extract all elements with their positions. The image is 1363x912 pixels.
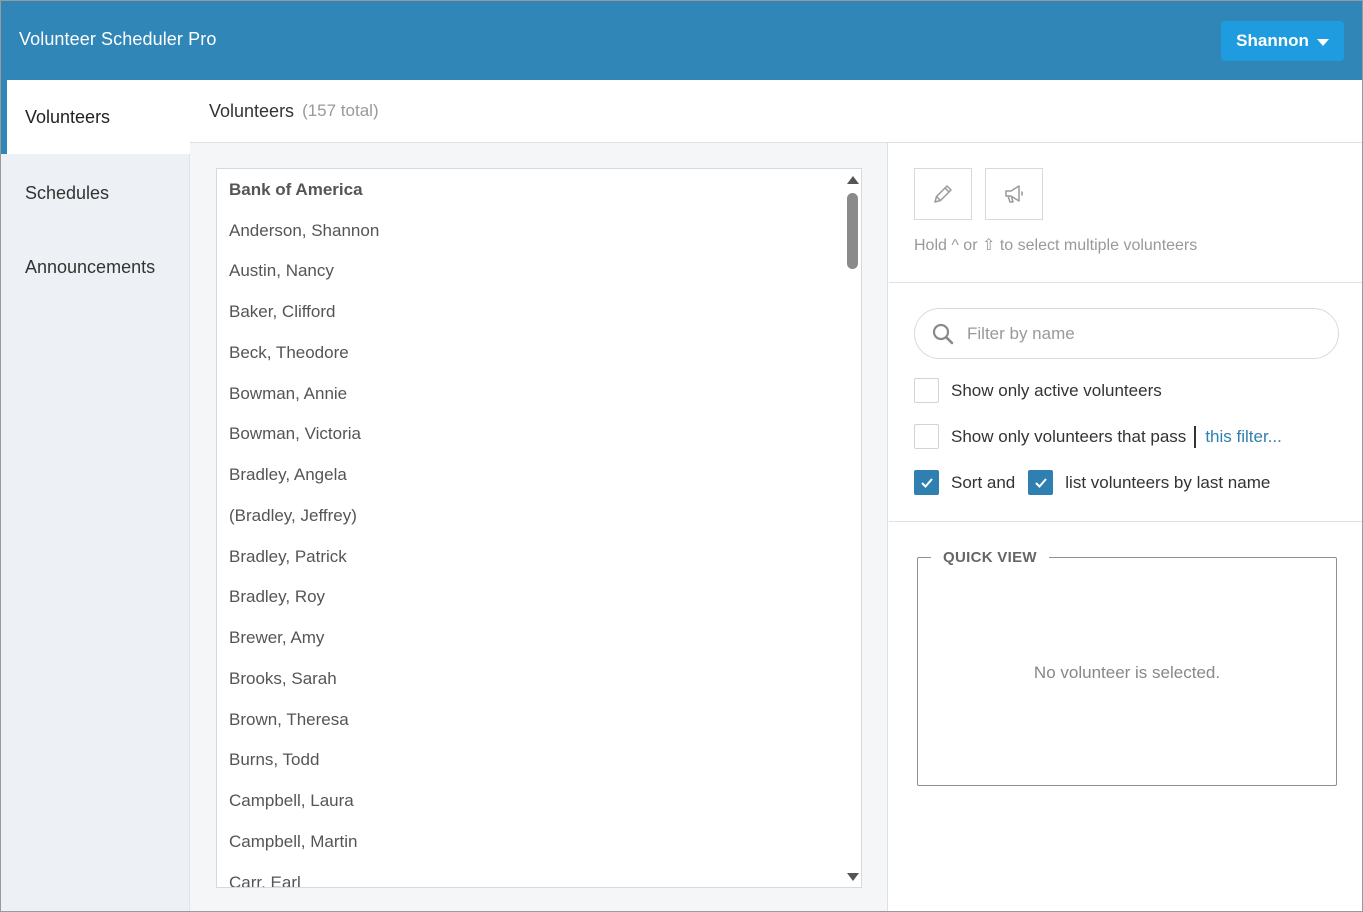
filter-by-name-input[interactable] <box>967 321 1327 347</box>
edit-button[interactable] <box>914 168 972 220</box>
sidebar-item-label: Announcements <box>25 256 156 277</box>
list-item[interactable]: Baker, Clifford <box>229 292 335 332</box>
caret-down-icon <box>1316 38 1329 46</box>
multi-select-hint: Hold ^ or ⇧ to select multiple volunteer… <box>914 237 1198 254</box>
list-group-header: Bank of America <box>229 180 363 199</box>
list-item[interactable]: Brown, Theresa <box>229 700 349 740</box>
search-box <box>914 308 1339 359</box>
page-header: Volunteers (157 total) <box>190 80 1362 143</box>
list-item[interactable]: Austin, Nancy <box>229 251 334 291</box>
list-item[interactable]: Bradley, Angela <box>229 455 347 495</box>
separator <box>1194 425 1197 448</box>
sidebar-item-label: Volunteers <box>25 106 111 127</box>
list-item[interactable]: (Bradley, Jeffrey) <box>229 496 357 536</box>
divider <box>889 282 1362 283</box>
checkmark-icon <box>920 477 933 488</box>
sidebar-item-announcements[interactable]: Announcements <box>1 230 190 304</box>
list-item[interactable]: Bowman, Victoria <box>229 414 361 454</box>
list-item[interactable]: Brewer, Amy <box>229 618 324 658</box>
volunteer-list-pane: Bank of America Anderson, Shannon Austin… <box>190 143 888 911</box>
list-item[interactable]: Anderson, Shannon <box>229 211 379 251</box>
active-only-checkbox[interactable] <box>914 378 939 403</box>
megaphone-icon <box>1005 185 1023 203</box>
list-item[interactable]: Bradley, Roy <box>229 577 325 617</box>
list-last-name-label: list volunteers by last name <box>1065 472 1271 492</box>
pass-filter-row: Show only volunteers that pass this filt… <box>914 424 1282 449</box>
this-filter-link[interactable]: this filter... <box>1205 427 1282 447</box>
list-item[interactable]: Bradley, Patrick <box>229 537 347 577</box>
checkmark-icon <box>1035 477 1047 488</box>
announce-button[interactable] <box>985 168 1043 220</box>
volunteer-list[interactable]: Bank of America Anderson, Shannon Austin… <box>216 168 862 888</box>
details-pane: Hold ^ or ⇧ to select multiple volunteer… <box>889 143 1362 911</box>
scrollbar-thumb[interactable] <box>847 193 858 269</box>
pass-filter-label: Show only volunteers that pass <box>951 426 1187 446</box>
list-item[interactable]: Carr, Earl <box>229 863 301 887</box>
list-item[interactable]: Campbell, Laura <box>229 781 354 821</box>
divider <box>889 521 1362 522</box>
volunteer-count: (157 total) <box>302 101 379 120</box>
app-window: Volunteer Scheduler Pro Shannon Voluntee… <box>0 0 1363 912</box>
scroll-down-arrow-icon[interactable] <box>847 873 859 881</box>
sidebar-item-schedules[interactable]: Schedules <box>1 156 190 230</box>
quick-view-empty-text: No volunteer is selected. <box>1033 663 1221 682</box>
pass-filter-checkbox[interactable] <box>914 424 939 449</box>
pencil-icon <box>934 185 952 203</box>
list-last-name-checkbox[interactable] <box>1028 470 1054 495</box>
active-only-row: Show only active volunteers <box>914 378 1162 403</box>
scrollbar[interactable] <box>845 169 861 887</box>
list-item[interactable]: Brooks, Sarah <box>229 659 337 699</box>
user-menu-button[interactable]: Shannon <box>1221 21 1344 61</box>
list-item[interactable]: Burns, Todd <box>229 740 319 780</box>
active-only-label: Show only active volunteers <box>951 380 1162 400</box>
scroll-up-arrow-icon[interactable] <box>847 176 859 184</box>
quick-view-title: QUICK VIEW <box>931 549 1049 566</box>
sidebar-item-volunteers[interactable]: Volunteers <box>1 80 190 154</box>
user-menu-label: Shannon <box>1236 31 1309 50</box>
sort-checkbox[interactable] <box>914 470 939 495</box>
page-title: Volunteers <box>209 100 295 121</box>
sort-options-row: Sort and list volunteers by last name <box>914 470 1270 495</box>
sidebar-item-label: Schedules <box>25 182 110 203</box>
sidebar: Volunteers Schedules Announcements <box>1 80 190 911</box>
search-icon <box>932 323 954 345</box>
app-title: Volunteer Scheduler Pro <box>19 29 217 49</box>
top-bar: Volunteer Scheduler Pro Shannon <box>1 1 1362 80</box>
list-item[interactable]: Beck, Theodore <box>229 333 349 373</box>
sort-label: Sort and <box>951 472 1016 492</box>
list-item[interactable]: Campbell, Martin <box>229 822 358 862</box>
list-item[interactable]: Bowman, Annie <box>229 374 347 414</box>
